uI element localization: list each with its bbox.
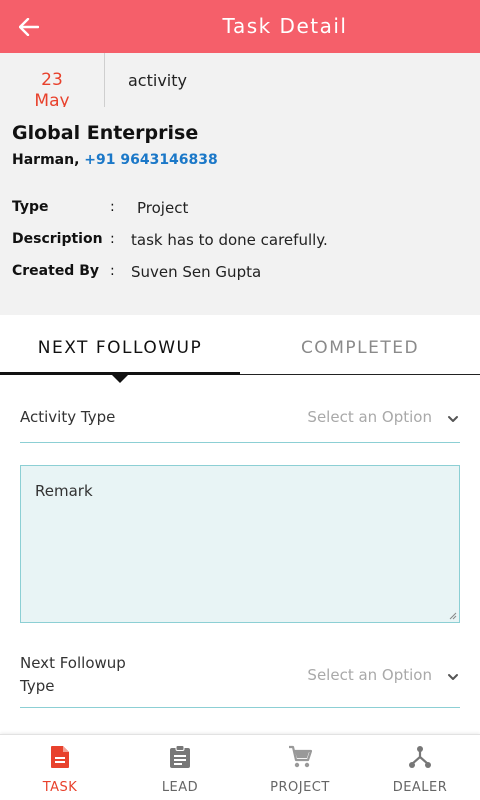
- nav-label: DEALER: [392, 780, 448, 795]
- tab-completed[interactable]: COMPLETED: [240, 315, 480, 375]
- task-document-icon: [47, 744, 73, 770]
- detail-label: Created By: [12, 263, 100, 279]
- chevron-down-icon: [448, 674, 458, 680]
- next-followup-type-label-line2: Type: [20, 677, 55, 695]
- nav-item-project[interactable]: PROJECT: [240, 735, 360, 800]
- tab-next-followup[interactable]: NEXT FOLLOWUP: [0, 315, 240, 375]
- next-followup-type-placeholder: Select an Option: [307, 666, 432, 684]
- nav-item-lead[interactable]: LEAD: [120, 735, 240, 800]
- detail-separator: :: [110, 231, 115, 247]
- detail-label: Type: [12, 199, 49, 215]
- followup-tabs: NEXT FOLLOWUP COMPLETED: [0, 315, 480, 375]
- clipboard-icon: [167, 744, 193, 770]
- network-icon: [407, 744, 433, 770]
- task-info-panel: Global Enterprise Harman, +91 9643146838…: [0, 107, 480, 315]
- task-date-row: 23 May activity: [0, 53, 480, 111]
- activity-type-select[interactable]: Activity Type Select an Option: [20, 398, 460, 443]
- remark-textarea[interactable]: Remark: [20, 465, 460, 623]
- task-date-day: 23: [41, 70, 63, 90]
- task-date: 23 May: [0, 53, 105, 111]
- contact-line: Harman, +91 9643146838: [12, 152, 218, 168]
- nav-item-task[interactable]: TASK: [0, 735, 120, 800]
- detail-value: task has to done carefully.: [131, 231, 328, 249]
- next-followup-type-label-line1: Next Followup: [20, 654, 126, 672]
- activity-type-placeholder: Select an Option: [307, 408, 432, 426]
- detail-value: Project: [137, 199, 189, 217]
- nav-label: TASK: [42, 780, 78, 795]
- activity-type-label: Activity Type: [20, 408, 116, 426]
- company-name: Global Enterprise: [12, 122, 199, 144]
- nav-label: PROJECT: [270, 780, 330, 795]
- contact-phone-link[interactable]: +91 9643146838: [84, 152, 218, 168]
- active-tab-caret: [112, 375, 128, 383]
- app-header: Task Detail: [0, 0, 480, 53]
- cart-icon: [287, 744, 313, 770]
- detail-separator: :: [110, 263, 115, 279]
- resize-grip-icon[interactable]: [449, 612, 457, 620]
- detail-separator: :: [110, 199, 115, 215]
- next-followup-type-label: Next Followup Type: [20, 652, 126, 698]
- contact-name: Harman,: [12, 152, 80, 168]
- remark-placeholder: Remark: [35, 482, 93, 500]
- nav-item-dealer[interactable]: DEALER: [360, 735, 480, 800]
- task-activity: activity: [128, 71, 187, 90]
- next-followup-type-select[interactable]: Next Followup Type Select an Option: [20, 648, 460, 708]
- nav-label: LEAD: [161, 780, 199, 795]
- page-title: Task Detail: [222, 14, 348, 38]
- bottom-navigation: TASK LEAD PROJECT DEALER: [0, 734, 480, 800]
- chevron-down-icon: [448, 416, 458, 422]
- detail-value: Suven Sen Gupta: [131, 263, 262, 281]
- detail-label: Description: [12, 231, 103, 247]
